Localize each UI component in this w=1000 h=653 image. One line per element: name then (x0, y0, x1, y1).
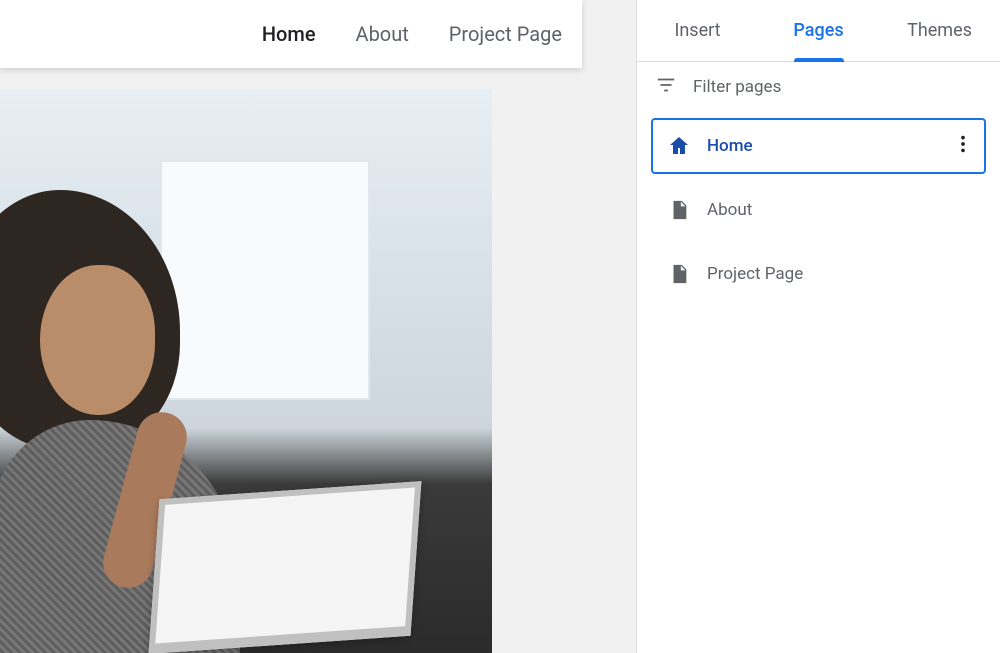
side-panel: Insert Pages Themes Filter pages Home Ab… (636, 0, 1000, 653)
hero-image[interactable] (0, 90, 492, 653)
page-item-project-page[interactable]: Project Page (651, 246, 986, 302)
filter-pages-input[interactable]: Filter pages (637, 62, 1000, 112)
tab-insert[interactable]: Insert (637, 0, 758, 61)
pages-list: Home About Project Page (637, 112, 1000, 310)
page-item-label: Home (707, 136, 753, 156)
nav-item-about[interactable]: About (356, 22, 409, 46)
nav-item-home[interactable]: Home (262, 22, 316, 46)
tab-pages[interactable]: Pages (758, 0, 879, 61)
filter-placeholder: Filter pages (693, 77, 781, 97)
page-icon (667, 198, 691, 222)
more-options-icon[interactable] (952, 133, 974, 159)
panel-tabs: Insert Pages Themes (637, 0, 1000, 62)
page-item-label: Project Page (707, 264, 803, 284)
home-icon (667, 134, 691, 158)
page-item-about[interactable]: About (651, 182, 986, 238)
filter-icon (655, 74, 693, 101)
page-item-home[interactable]: Home (651, 118, 986, 174)
site-nav-bar: Home About Project Page (0, 0, 582, 68)
nav-item-project-page[interactable]: Project Page (449, 22, 562, 46)
page-icon (667, 262, 691, 286)
tab-themes[interactable]: Themes (879, 0, 1000, 61)
site-canvas: Home About Project Page (0, 0, 636, 653)
page-item-label: About (707, 200, 752, 220)
